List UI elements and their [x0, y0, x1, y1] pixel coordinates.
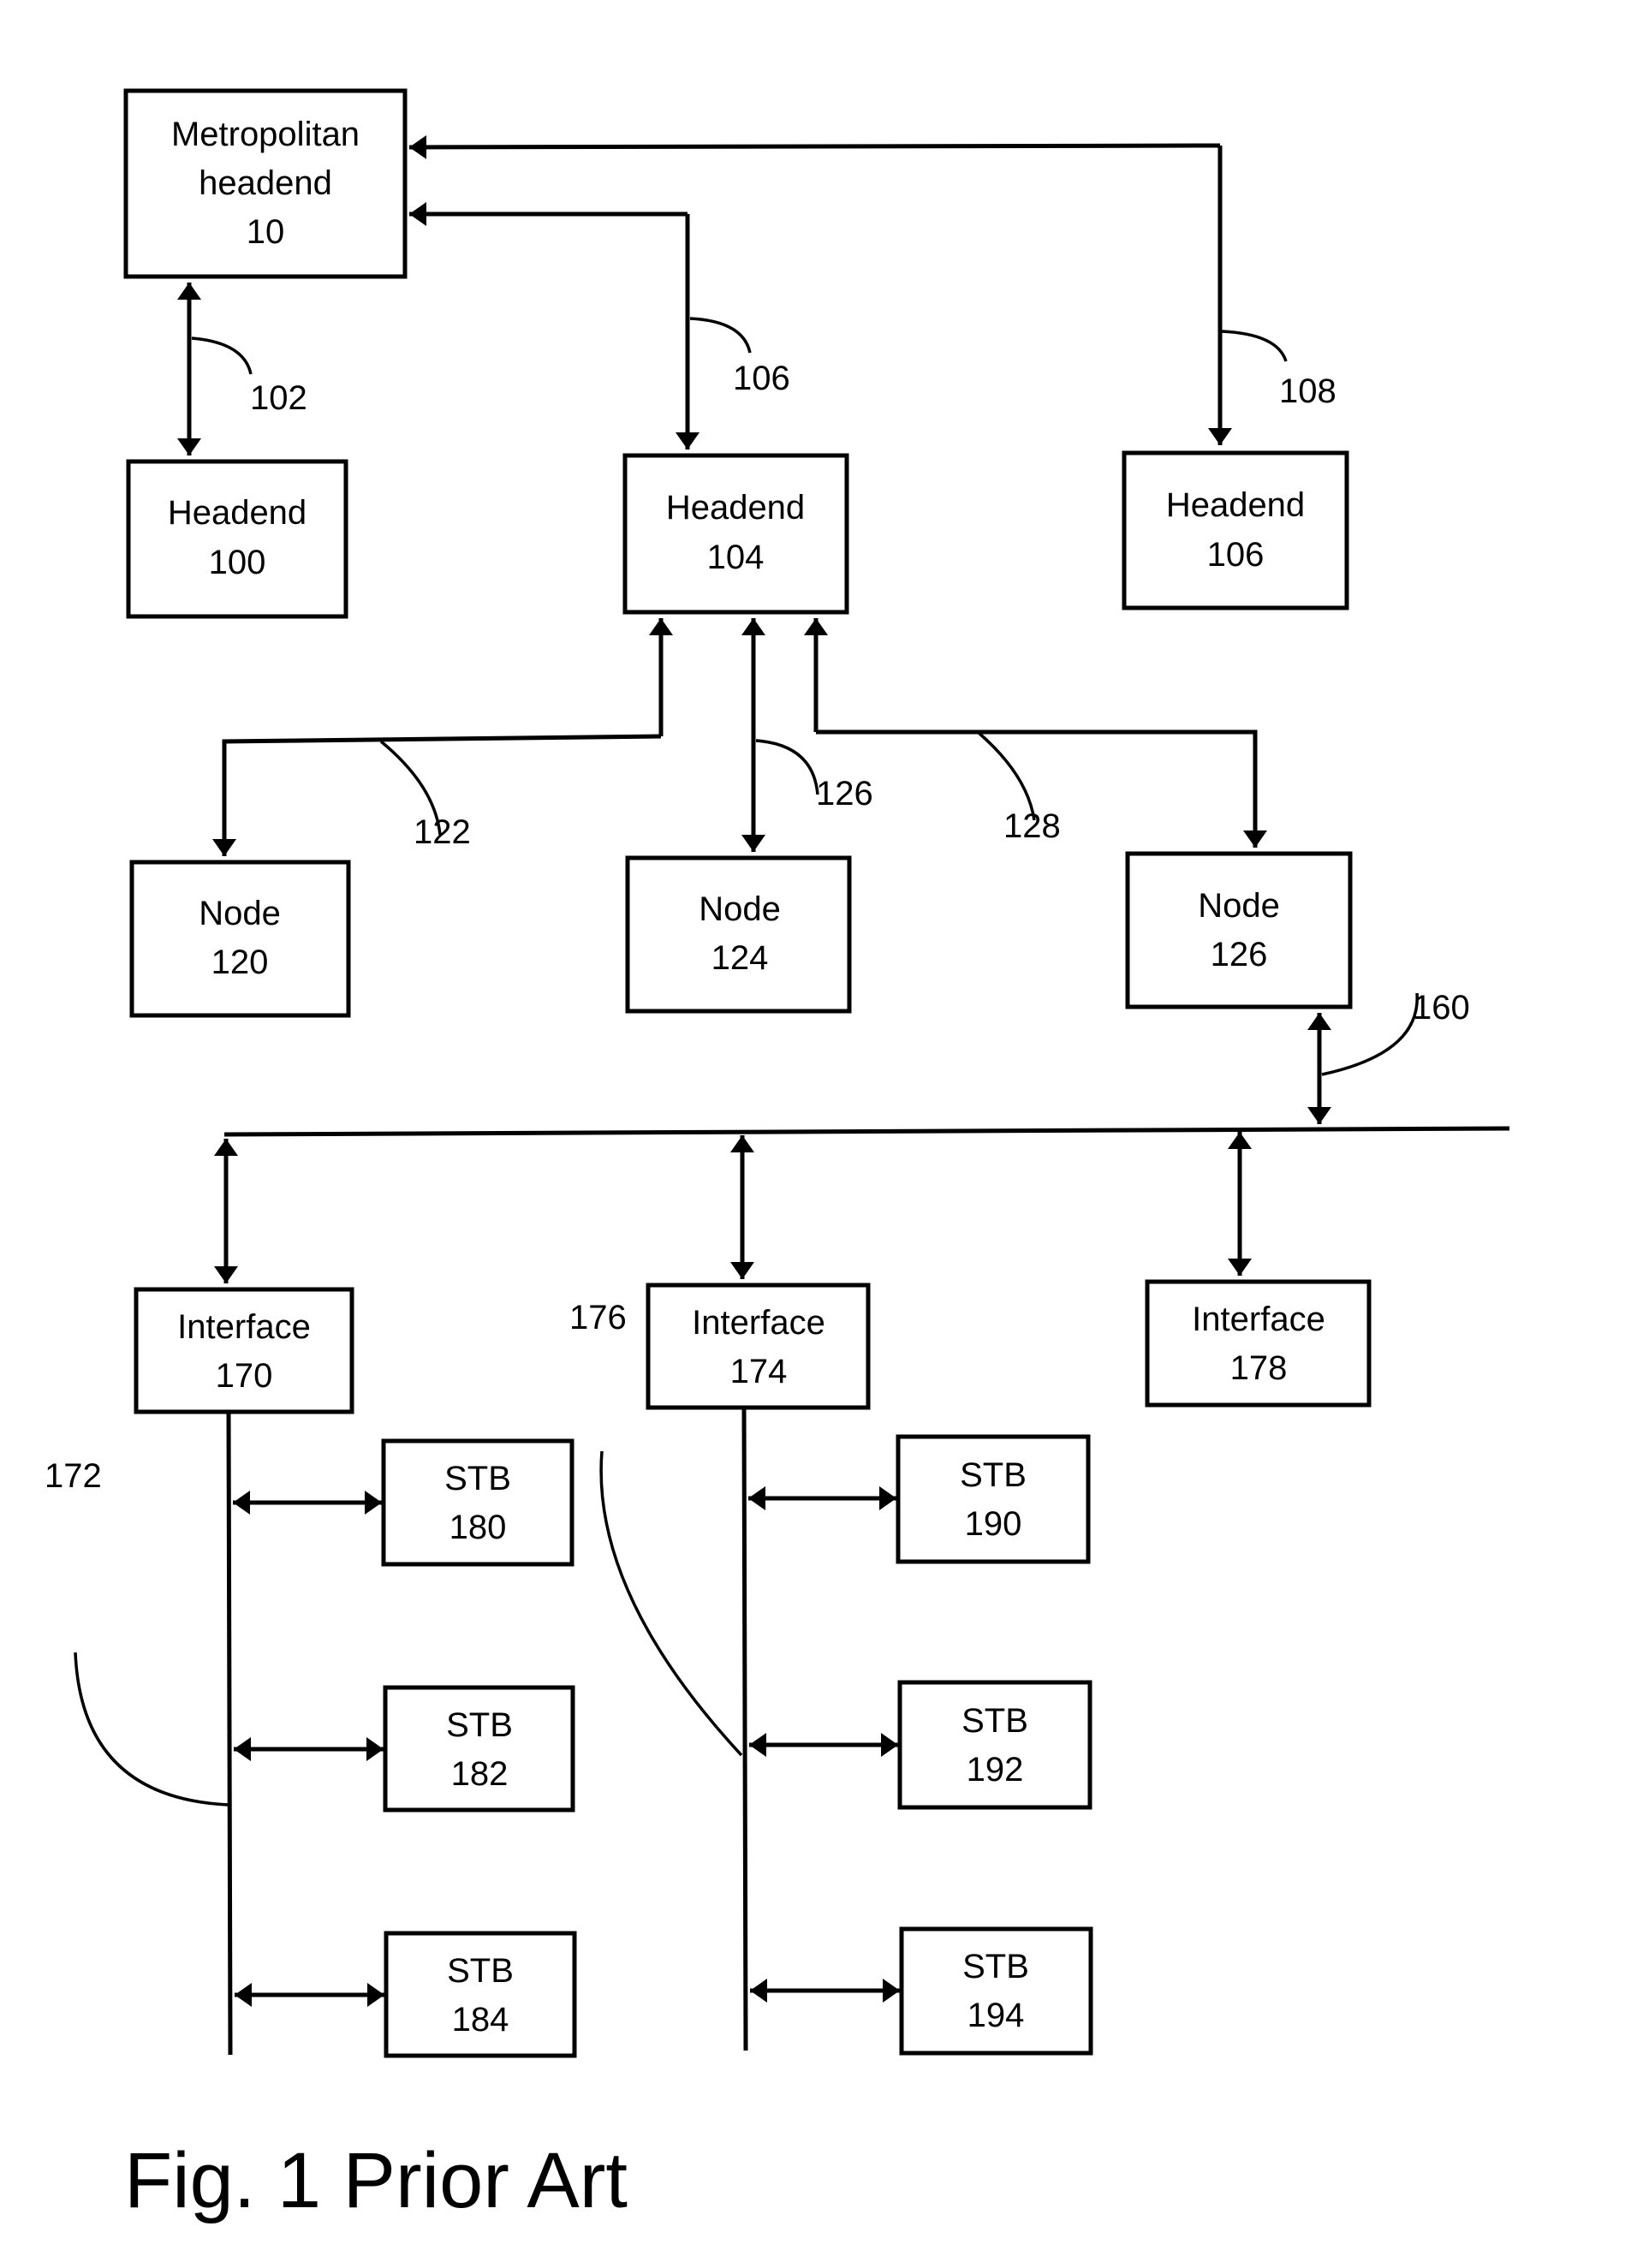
interface-174-box[interactable]: Interface 174 — [646, 1283, 871, 1410]
node-120-label-1: Node — [199, 895, 281, 932]
interface-170-label-2: 170 — [216, 1357, 273, 1395]
ref-160: 160 — [1413, 989, 1470, 1027]
stb-180-label-1: STB — [444, 1460, 511, 1497]
leader-126 — [755, 739, 819, 795]
stb-194-label-2: 194 — [967, 1997, 1025, 2034]
stb-184-label-1: STB — [447, 1952, 514, 1990]
headend-104-label-2: 104 — [707, 539, 765, 576]
node-126-box[interactable]: Node 126 — [1125, 851, 1353, 1009]
stb-182-label-1: STB — [446, 1706, 513, 1744]
headend-100-label-2: 100 — [209, 544, 266, 581]
headend-106-box[interactable]: Headend 106 — [1122, 450, 1349, 610]
leader-172 — [74, 1652, 229, 1807]
stb-190-label-1: STB — [960, 1456, 1027, 1494]
interface-178-label-2: 178 — [1230, 1349, 1288, 1387]
node-120-label-2: 120 — [211, 944, 269, 981]
metro-label-2: headend — [199, 164, 332, 202]
stb-190-label-2: 190 — [965, 1505, 1022, 1543]
node-120-box[interactable]: Node 120 — [129, 860, 351, 1018]
node-126-label-1: Node — [1198, 887, 1280, 925]
headend-100-box[interactable]: Headend 100 — [126, 459, 348, 619]
ref-108: 108 — [1279, 372, 1336, 410]
stb-180-label-2: 180 — [449, 1509, 507, 1546]
stb-180-box[interactable]: STB 180 — [381, 1438, 574, 1567]
headend-104-label-1: Headend — [666, 489, 805, 527]
ref-106: 106 — [733, 360, 790, 397]
stb-182-box[interactable]: STB 182 — [383, 1685, 575, 1813]
leader-108 — [1221, 330, 1288, 362]
ref-128: 128 — [1003, 807, 1061, 845]
stb-190-box[interactable]: STB 190 — [896, 1434, 1091, 1564]
stb-192-label-1: STB — [961, 1702, 1028, 1740]
headend-104-box[interactable]: Headend 104 — [622, 453, 849, 615]
ref-102: 102 — [250, 379, 307, 417]
stb-194-box[interactable]: STB 194 — [899, 1926, 1093, 2056]
leader-176 — [599, 1450, 743, 1757]
ref-172: 172 — [45, 1457, 102, 1495]
stb-194-label-1: STB — [962, 1948, 1029, 1985]
ref-122: 122 — [414, 813, 471, 851]
metro-headend-box[interactable]: Metropolitan headend 10 — [123, 88, 408, 279]
interface-170-box[interactable]: Interface 170 — [134, 1287, 354, 1414]
stb-192-box[interactable]: STB 192 — [897, 1680, 1092, 1810]
leader-102 — [191, 336, 253, 375]
node-124-box[interactable]: Node 124 — [625, 855, 852, 1014]
interface-170-label-1: Interface — [177, 1308, 311, 1346]
metro-label-1: Metropolitan — [171, 116, 360, 153]
stb-184-label-2: 184 — [452, 2001, 509, 2039]
link-108-top — [408, 134, 1221, 159]
interface-178-box[interactable]: Interface 178 — [1145, 1279, 1372, 1408]
bus-line — [223, 1126, 1510, 1137]
stb-192-label-2: 192 — [967, 1751, 1024, 1789]
stb-184-box[interactable]: STB 184 — [384, 1931, 577, 2058]
metro-label-3: 10 — [247, 213, 285, 251]
node-126-label-2: 126 — [1211, 936, 1268, 973]
interface-178-label-1: Interface — [1192, 1301, 1325, 1338]
ref-126: 126 — [816, 775, 873, 813]
headend-106-label-1: Headend — [1166, 486, 1305, 524]
stb-182-label-2: 182 — [451, 1755, 509, 1793]
network-diagram: Metropolitan headend 10 Headend 100 Head… — [45, 88, 1510, 2224]
headend-100-label-1: Headend — [168, 494, 307, 532]
local-line-172 — [226, 1411, 233, 2056]
local-line-176 — [741, 1407, 748, 2051]
ref-176: 176 — [569, 1299, 627, 1336]
interface-174-label-2: 174 — [730, 1353, 788, 1390]
figure-caption: Fig. 1 Prior Art — [124, 2137, 628, 2224]
headend-106-label-2: 106 — [1207, 536, 1265, 574]
node-124-label-2: 124 — [711, 939, 769, 977]
interface-174-label-1: Interface — [692, 1304, 825, 1342]
node-124-label-1: Node — [699, 890, 781, 928]
leader-106 — [689, 317, 752, 354]
